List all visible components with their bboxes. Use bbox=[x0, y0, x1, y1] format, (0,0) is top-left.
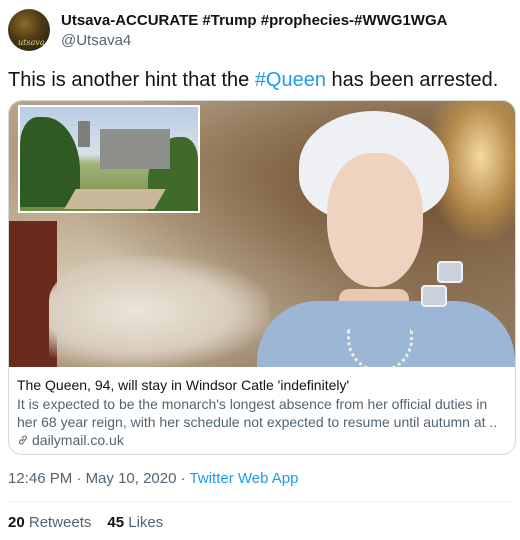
tweet-text-end: has been arrested. bbox=[325, 69, 499, 91]
likes-stat[interactable]: 45 Likes bbox=[107, 514, 163, 531]
image-brooch bbox=[421, 285, 447, 307]
card-description-line: her 68 year reign, with her schedule not… bbox=[17, 414, 497, 430]
retweets-stat[interactable]: 20 Retweets bbox=[8, 514, 91, 531]
tweet-metadata: 12:46 PM · May 10, 2020 · Twitter Web Ap… bbox=[8, 470, 298, 487]
inset-path bbox=[64, 189, 166, 209]
card-domain[interactable]: dailymail.co.uk bbox=[17, 432, 124, 448]
inset-trees bbox=[20, 117, 80, 207]
castle-inset-photo bbox=[18, 105, 200, 213]
hashtag-link[interactable]: #Queen bbox=[255, 69, 326, 91]
likes-label: Likes bbox=[124, 514, 164, 531]
likes-count: 45 bbox=[107, 514, 125, 531]
card-description-line: It is expected to be the monarch's longe… bbox=[17, 396, 488, 412]
image-pearls bbox=[347, 329, 413, 367]
author-display-name[interactable]: Utsava-ACCURATE #Trump #prophecies-#WWG1… bbox=[61, 12, 447, 29]
source-app-link[interactable]: Twitter Web App bbox=[190, 470, 299, 487]
tweet-text-start: This is another hint that the bbox=[8, 69, 255, 91]
divider bbox=[8, 501, 512, 502]
card-description: It is expected to be the monarch's longe… bbox=[17, 395, 497, 431]
tweet-time[interactable]: 12:46 PM bbox=[8, 470, 72, 487]
image-face bbox=[327, 153, 423, 287]
meta-separator: · bbox=[72, 470, 86, 487]
tweet-date[interactable]: May 10, 2020 bbox=[86, 470, 177, 487]
avatar-caption: utsava bbox=[18, 38, 45, 47]
image-brooch bbox=[437, 261, 463, 283]
image-flowers bbox=[49, 256, 269, 367]
link-icon bbox=[19, 435, 27, 445]
avatar[interactable]: utsava bbox=[8, 9, 50, 51]
card-domain-label: dailymail.co.uk bbox=[32, 432, 124, 448]
inset-tower bbox=[78, 121, 90, 147]
meta-separator: · bbox=[176, 470, 190, 487]
author-handle[interactable]: @Utsava4 bbox=[61, 32, 131, 49]
retweets-count: 20 bbox=[8, 514, 25, 531]
inset-castle bbox=[100, 129, 170, 169]
card-image[interactable] bbox=[9, 101, 515, 367]
card-title[interactable]: The Queen, 94, will stay in Windsor Catl… bbox=[17, 376, 349, 394]
engagement-stats: 20 Retweets 45 Likes bbox=[8, 514, 163, 531]
tweet-text: This is another hint that the #Queen has… bbox=[8, 67, 498, 93]
retweets-label: Retweets bbox=[24, 514, 92, 531]
link-preview-card[interactable]: The Queen, 94, will stay in Windsor Catl… bbox=[8, 100, 516, 455]
